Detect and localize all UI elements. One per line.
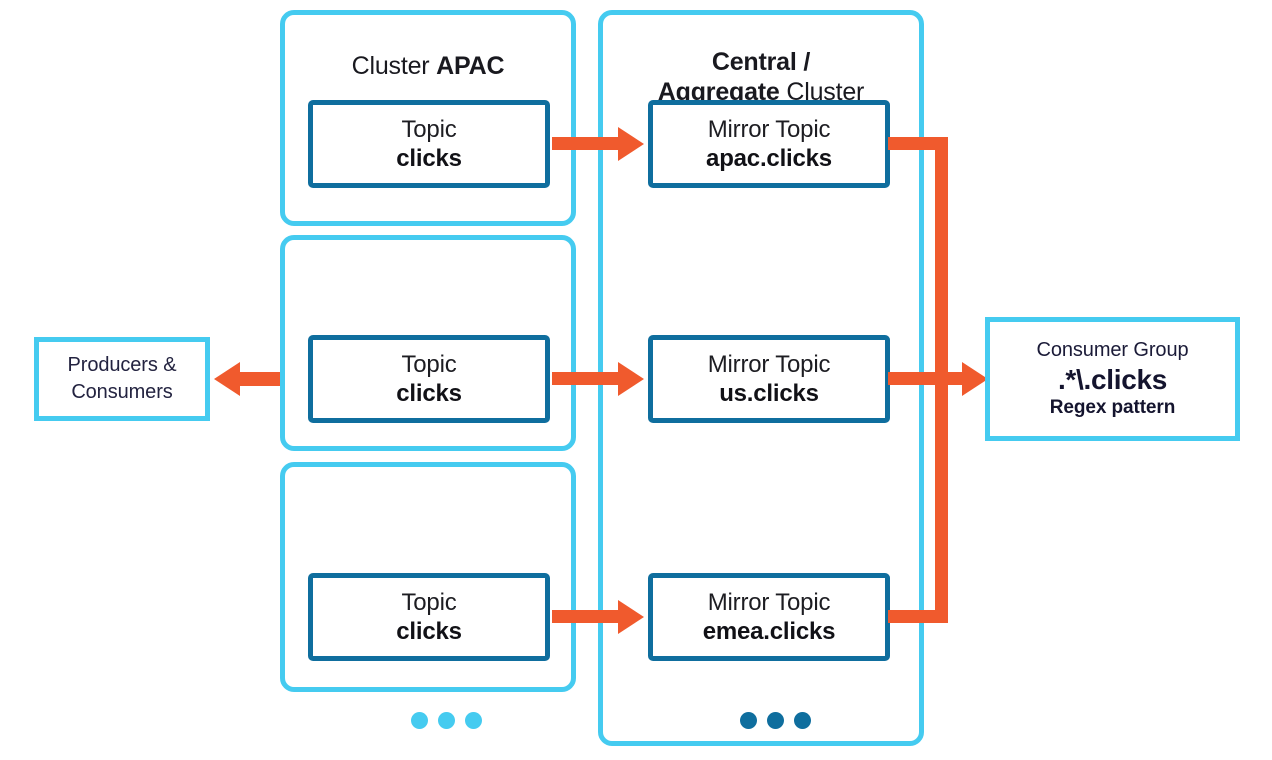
producers-consumers-line2: Consumers bbox=[71, 381, 173, 403]
mirror-connector-apac-arrowhead bbox=[618, 127, 644, 161]
ellipsis-dot bbox=[465, 712, 482, 729]
cluster-us-topic-box[interactable]: Topic clicks bbox=[308, 335, 550, 423]
regional-clusters-ellipsis bbox=[411, 712, 482, 729]
cluster-apac-topic-name: clicks bbox=[396, 144, 462, 172]
cluster-us-topic-label: Topic bbox=[401, 350, 457, 378]
producers-arrowhead-left bbox=[214, 362, 240, 396]
mirror-topic-emea-label: Mirror Topic bbox=[707, 588, 831, 616]
cluster-apac-topic-box[interactable]: Topic clicks bbox=[308, 100, 550, 188]
central-cluster-title: Central / Aggregate Cluster bbox=[603, 47, 919, 107]
mirror-topic-us-box[interactable]: Mirror Topic us.clicks bbox=[648, 335, 890, 423]
mirror-topic-us-name: us.clicks bbox=[719, 379, 819, 407]
diagram-canvas: Producers & Consumers Cluster APAC Topic… bbox=[0, 0, 1272, 760]
ellipsis-dot bbox=[767, 712, 784, 729]
central-cluster-ellipsis bbox=[740, 712, 811, 729]
cluster-emea-topic-label: Topic bbox=[401, 588, 457, 616]
mirror-topic-emea-name: emea.clicks bbox=[702, 617, 836, 645]
mirror-connector-us-arrowhead bbox=[618, 362, 644, 396]
mirror-topic-us-label: Mirror Topic bbox=[707, 350, 831, 378]
mirror-topic-emea-box[interactable]: Mirror Topic emea.clicks bbox=[648, 573, 890, 661]
mirror-connector-emea-line bbox=[552, 610, 620, 623]
ellipsis-dot bbox=[794, 712, 811, 729]
producers-consumers-line1: Producers & bbox=[67, 354, 177, 376]
mirror-topic-apac-label: Mirror Topic bbox=[707, 115, 831, 143]
ellipsis-dot bbox=[411, 712, 428, 729]
consumer-group-box[interactable]: Consumer Group .*\.clicks Regex pattern bbox=[985, 317, 1240, 441]
ellipsis-dot bbox=[438, 712, 455, 729]
cluster-apac-topic-label: Topic bbox=[401, 115, 457, 143]
mirror-topic-apac-box[interactable]: Mirror Topic apac.clicks bbox=[648, 100, 890, 188]
central-cluster-title-line1: Central / bbox=[711, 48, 811, 76]
mirror-connector-us-line bbox=[552, 372, 620, 385]
consumer-group-pattern: .*\.clicks bbox=[1057, 364, 1168, 395]
consumer-group-subtitle: Regex pattern bbox=[1049, 397, 1176, 418]
cluster-apac-title-name: APAC bbox=[436, 52, 505, 80]
cluster-apac-title-prefix: Cluster bbox=[351, 52, 437, 80]
cluster-emea-topic-name: clicks bbox=[396, 617, 462, 645]
cluster-apac-title: Cluster APAC bbox=[285, 51, 571, 81]
aggregate-bus-consumer-line bbox=[888, 372, 968, 385]
consumer-group-title: Consumer Group bbox=[1036, 339, 1189, 361]
mirror-topic-apac-name: apac.clicks bbox=[706, 144, 832, 172]
mirror-connector-emea-arrowhead bbox=[618, 600, 644, 634]
ellipsis-dot bbox=[740, 712, 757, 729]
cluster-emea-topic-box[interactable]: Topic clicks bbox=[308, 573, 550, 661]
cluster-us-topic-name: clicks bbox=[396, 379, 462, 407]
producers-consumers-box[interactable]: Producers & Consumers bbox=[34, 337, 210, 421]
mirror-connector-apac-line bbox=[552, 137, 620, 150]
